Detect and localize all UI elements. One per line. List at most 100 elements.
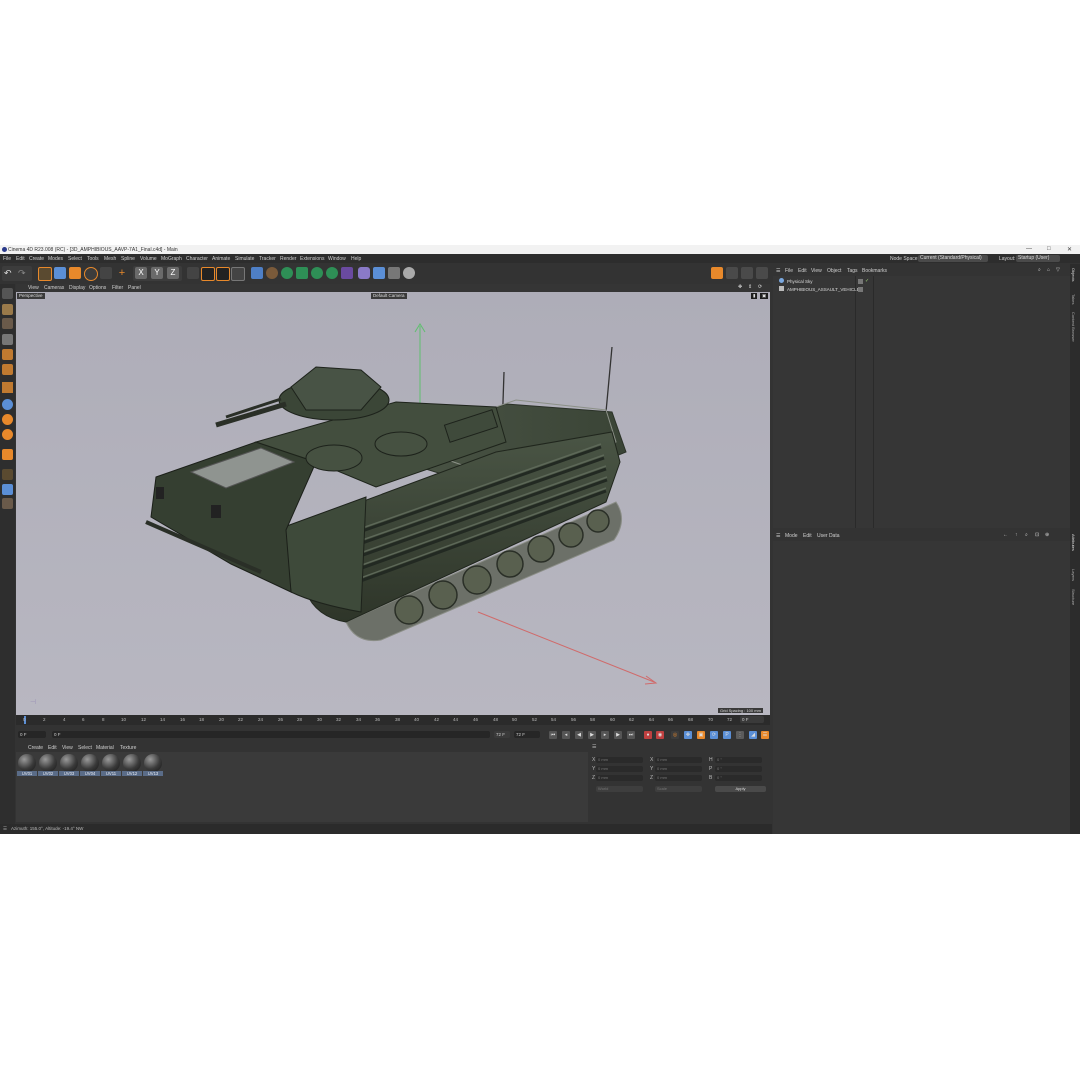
sky-icon[interactable] [373, 267, 385, 279]
menu-spline[interactable]: Spline [121, 256, 135, 262]
viewport-zoom-icon[interactable]: ⇕ [748, 284, 752, 290]
attribute-up-icon[interactable]: ↑ [1015, 532, 1018, 538]
autokey-icon[interactable]: ◉ [656, 731, 664, 739]
bend-deformer-icon[interactable] [341, 267, 353, 279]
tab-attributes[interactable]: Attributes [1071, 534, 1076, 551]
undo-icon[interactable]: ↶ [4, 267, 16, 279]
snap-s3-icon[interactable] [2, 429, 13, 440]
object-menu-bookmarks[interactable]: Bookmarks [862, 268, 887, 274]
scale-track-icon[interactable]: ▣ [697, 731, 705, 739]
tab-takes[interactable]: Takes [1071, 294, 1076, 304]
keyframe-selection-icon[interactable]: ◎ [671, 731, 679, 739]
object-filter-icon[interactable]: ▽ [1056, 267, 1060, 273]
material-swatch[interactable]: UV01 [17, 754, 37, 776]
menu-select[interactable]: Select [68, 256, 82, 262]
subdivision-icon[interactable] [281, 267, 293, 279]
edges-mode-icon[interactable] [2, 349, 13, 360]
tab-objects[interactable]: Objects [1071, 268, 1076, 282]
material-swatch[interactable]: UV03 [59, 754, 79, 776]
object-row[interactable]: Physical Sky [779, 278, 1039, 285]
menu-extensions[interactable]: Extensions [300, 256, 324, 262]
material-swatch[interactable]: UV02 [38, 754, 58, 776]
light-icon[interactable] [403, 267, 415, 279]
viewport-menu-panel[interactable]: Panel [128, 285, 141, 291]
move-icon[interactable] [54, 267, 66, 279]
go-to-start-icon[interactable]: ⏮ [549, 731, 557, 739]
timeline-menu-icon[interactable]: ☰ [761, 731, 769, 739]
render-settings-icon[interactable] [231, 267, 245, 281]
rotation-h-field[interactable]: 0 ° [715, 757, 762, 763]
material-menu-edit[interactable]: Edit [48, 745, 57, 751]
next-frame-icon[interactable]: ▸ [601, 731, 609, 739]
apply-button[interactable]: Apply [715, 786, 766, 792]
polygons-mode-icon[interactable] [2, 364, 13, 375]
menu-help[interactable]: Help [351, 256, 361, 262]
z-axis-icon[interactable]: Z [167, 267, 179, 279]
rotation-track-icon[interactable]: ⟳ [710, 731, 718, 739]
make-editable-icon[interactable] [2, 288, 13, 299]
material-menu-create[interactable]: Create [28, 745, 43, 751]
size-z-field[interactable]: 0 mm [655, 775, 702, 781]
close-button[interactable]: ✕ [1067, 246, 1072, 253]
material-swatch[interactable]: UV13 [143, 754, 163, 776]
menu-character[interactable]: Character [186, 256, 208, 262]
status-menu-icon[interactable]: ☰ [3, 826, 7, 832]
attribute-lock-icon[interactable]: ⊡ [1035, 532, 1039, 538]
max-frame-field[interactable]: 72 F [494, 731, 510, 738]
recent-tools-icon[interactable] [100, 267, 112, 279]
record-icon[interactable]: ● [644, 731, 652, 739]
scale-icon[interactable] [69, 267, 81, 279]
menu-window[interactable]: Window [328, 256, 346, 262]
render-view-icon[interactable] [201, 267, 215, 281]
tab-content-browser[interactable]: Content Browser [1071, 312, 1076, 342]
position-z-field[interactable]: 0 mm [596, 775, 643, 781]
visibility-toggle-icon[interactable] [858, 279, 863, 284]
next-key-icon[interactable]: ▶ [614, 731, 622, 739]
material-menu-select[interactable]: Select [78, 745, 92, 751]
menu-render[interactable]: Render [280, 256, 296, 262]
attribute-search-icon[interactable]: ⌕ [1025, 532, 1028, 538]
position-x-field[interactable]: 0 mm [596, 757, 643, 763]
object-menu-file[interactable]: File [785, 268, 793, 274]
menu-modes[interactable]: Modes [48, 256, 63, 262]
size-x-field[interactable]: 0 mm [655, 757, 702, 763]
coordinate-mode-dropdown[interactable]: World [596, 786, 643, 792]
soft-selection-icon[interactable] [2, 449, 13, 460]
previous-frame-icon[interactable]: ◀ [575, 731, 583, 739]
menu-create[interactable]: Create [29, 256, 44, 262]
menu-volume[interactable]: Volume [140, 256, 157, 262]
end-frame-field[interactable]: 72 F [514, 731, 540, 738]
menu-tools[interactable]: Tools [87, 256, 99, 262]
x-axis-gizmo[interactable] [477, 611, 655, 683]
material-swatch[interactable]: UV04 [80, 754, 100, 776]
texture-mode-icon[interactable] [2, 318, 13, 329]
motion-path-icon[interactable]: ◢ [749, 731, 757, 739]
viewport-rotate-icon[interactable]: ⟳ [758, 284, 762, 290]
attribute-panel-menu-icon[interactable]: ☰ [776, 533, 780, 539]
workplane-mode-icon[interactable] [2, 484, 13, 495]
attribute-back-icon[interactable]: ← [1003, 532, 1008, 538]
cube-icon[interactable] [251, 267, 263, 279]
menu-mesh[interactable]: Mesh [104, 256, 116, 262]
object-menu-view[interactable]: View [811, 268, 822, 274]
sculpt-icon[interactable] [2, 498, 13, 509]
min-frame-slider[interactable]: 0 F [52, 731, 490, 738]
rotation-b-field[interactable]: 0 ° [715, 775, 762, 781]
points-mode-icon[interactable] [2, 334, 13, 345]
scale-mode-dropdown[interactable]: Scale [655, 786, 702, 792]
pla-track-icon[interactable]: ⋮ [736, 731, 744, 739]
pen-icon[interactable] [266, 267, 278, 279]
menu-mograph[interactable]: MoGraph [161, 256, 182, 262]
workplane-icon[interactable] [726, 267, 738, 279]
material-menu-material[interactable]: Material [96, 745, 114, 751]
floor-icon[interactable] [358, 267, 370, 279]
viewport-menu-options[interactable]: Options [89, 285, 106, 291]
snap-icon[interactable] [711, 267, 723, 279]
axis-mode-icon[interactable] [2, 382, 13, 393]
lock-workplane-icon[interactable] [756, 267, 768, 279]
rotate-icon[interactable] [84, 267, 98, 281]
viewport-menu-cameras[interactable]: Cameras [44, 285, 64, 291]
object-home-icon[interactable]: ⌂ [1047, 267, 1050, 273]
object-search-icon[interactable]: ⌕ [1038, 267, 1041, 273]
3d-viewport[interactable]: Perspective Default Camera ▮ ▣ Grid Spac… [16, 292, 770, 715]
